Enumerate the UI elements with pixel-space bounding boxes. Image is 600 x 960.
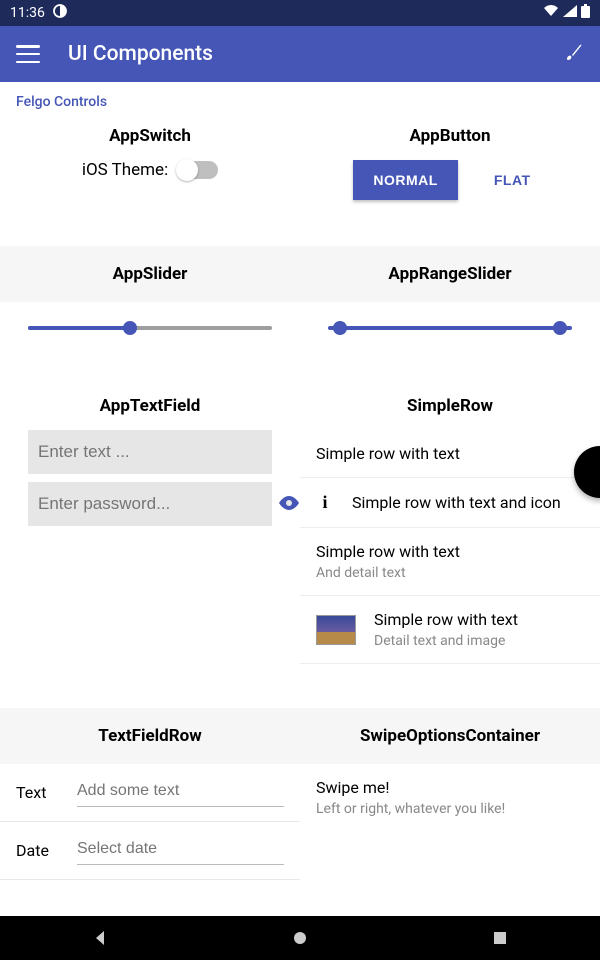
normal-button[interactable]: NORMAL — [353, 160, 457, 200]
section-label: Felgo Controls — [0, 82, 600, 116]
text-input[interactable] — [28, 430, 272, 474]
nav-back-icon[interactable] — [90, 928, 110, 948]
app-title: UI Components — [68, 42, 564, 66]
swipecontainer-title: SwipeOptionsContainer — [300, 708, 600, 764]
app-bar: UI Components — [0, 26, 600, 82]
textfieldrow-title: TextFieldRow — [0, 708, 300, 764]
wifi-icon — [543, 5, 559, 21]
theme-brush-icon[interactable] — [564, 42, 584, 67]
status-app-icon — [53, 4, 67, 22]
textfield-row[interactable]: Date — [0, 822, 300, 880]
appswitch-label: iOS Theme: — [82, 160, 168, 180]
menu-icon[interactable] — [16, 45, 40, 63]
tfr-text-input[interactable] — [77, 778, 284, 807]
battery-icon — [581, 4, 590, 22]
ios-theme-switch[interactable] — [178, 161, 218, 179]
list-item[interactable]: Simple row with text And detail text — [300, 528, 600, 596]
list-item[interactable]: Simple row with text Detail text and ima… — [300, 596, 600, 664]
app-slider[interactable] — [28, 326, 272, 330]
list-item[interactable]: i Simple row with text and icon — [300, 478, 600, 528]
appslider-title: AppSlider — [0, 246, 300, 302]
android-nav-bar — [0, 916, 600, 960]
appbutton-title: AppButton — [300, 116, 600, 160]
appswitch-title: AppSwitch — [0, 116, 300, 160]
apptextfield-title: AppTextField — [0, 386, 300, 430]
nav-recents-icon[interactable] — [490, 928, 510, 948]
apprangeslider-title: AppRangeSlider — [300, 246, 600, 302]
thumbnail-image — [316, 615, 356, 645]
app-range-slider[interactable] — [328, 326, 572, 330]
swipe-item-detail: Left or right, whatever you like! — [316, 801, 584, 817]
swipe-item[interactable]: Swipe me! Left or right, whatever you li… — [300, 764, 600, 837]
swipe-item-title: Swipe me! — [316, 778, 584, 797]
password-input[interactable] — [28, 482, 269, 526]
nav-home-icon[interactable] — [290, 928, 310, 948]
tfr-label: Text — [16, 783, 65, 802]
status-time: 11:36 — [10, 5, 45, 21]
status-bar: 11:36 — [0, 0, 600, 26]
list-item[interactable]: Simple row with text — [300, 430, 600, 478]
tfr-label: Date — [16, 841, 65, 860]
info-icon: i — [316, 492, 334, 513]
simplerow-title: SimpleRow — [300, 386, 600, 430]
textfield-row[interactable]: Text — [0, 764, 300, 822]
tfr-date-input[interactable] — [77, 836, 284, 865]
signal-icon — [563, 5, 577, 21]
flat-button[interactable]: FLAT — [478, 160, 547, 200]
